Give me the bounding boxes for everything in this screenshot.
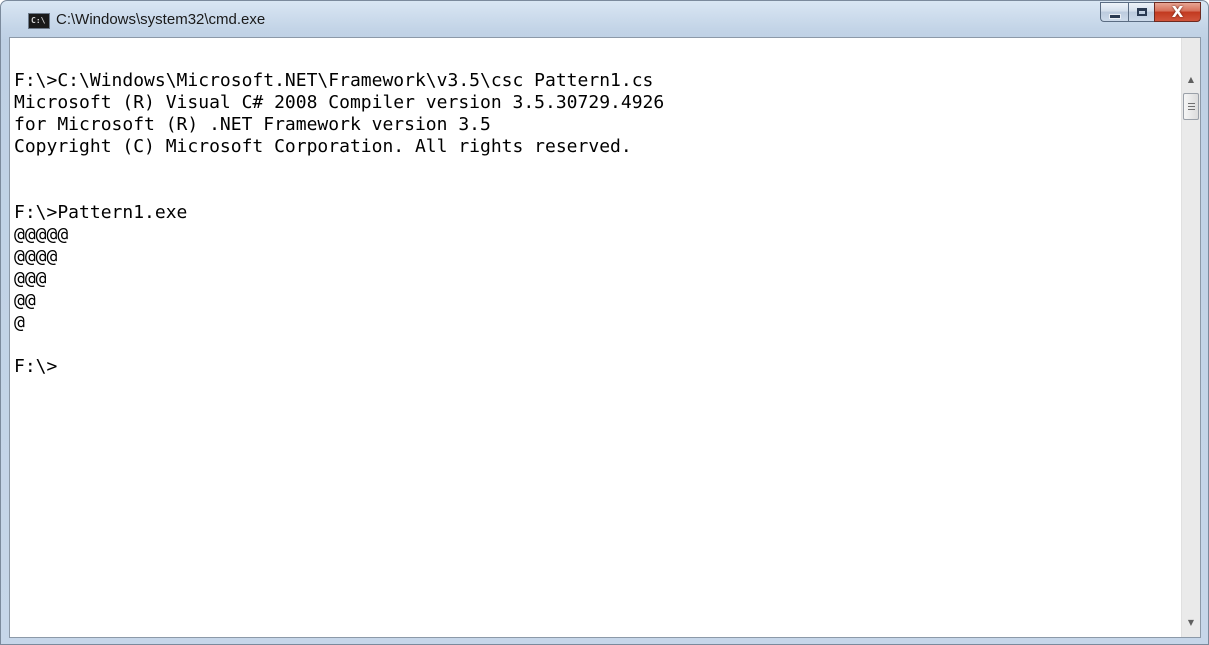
scroll-thumb[interactable] (1183, 93, 1199, 120)
console-output[interactable]: F:\>C:\Windows\Microsoft.NET\Framework\v… (10, 38, 1182, 637)
cmd-icon[interactable]: C:\ (28, 13, 50, 29)
console-line: @@@ (14, 268, 47, 289)
maximize-icon (1136, 8, 1147, 16)
title-bar[interactable]: C:\ C:\Windows\system32\cmd.exe X (1, 1, 1208, 37)
maximize-button[interactable] (1128, 2, 1154, 22)
close-icon: X (1171, 3, 1184, 21)
console-line: @ (14, 312, 25, 333)
grip-line (1188, 103, 1195, 104)
console-line: F:\> (14, 356, 58, 377)
window-title: C:\Windows\system32\cmd.exe (56, 11, 266, 28)
console-line: F:\>C:\Windows\Microsoft.NET\Framework\v… (14, 70, 654, 91)
console-line: Copyright (C) Microsoft Corporation. All… (14, 136, 632, 157)
minimize-icon (1108, 13, 1121, 19)
console-line: Microsoft (R) Visual C# 2008 Compiler ve… (14, 92, 665, 113)
console-line: F:\>Pattern1.exe (14, 202, 188, 223)
console-line: @@ (14, 290, 36, 311)
grip-line (1188, 109, 1195, 110)
cmd-window: C:\ C:\Windows\system32\cmd.exe X F:\>C:… (0, 0, 1209, 645)
minimize-button[interactable] (1100, 2, 1128, 22)
close-button[interactable]: X (1154, 2, 1201, 22)
scroll-up-icon[interactable]: ▲ (1182, 71, 1200, 88)
console-client-area: F:\>C:\Windows\Microsoft.NET\Framework\v… (9, 37, 1201, 638)
console-line: @@@@ (14, 246, 58, 267)
console-line: @@@@@ (14, 224, 69, 245)
vertical-scrollbar[interactable]: ▲ ▼ (1181, 38, 1200, 637)
grip-line (1188, 106, 1195, 107)
console-line: for Microsoft (R) .NET Framework version… (14, 114, 491, 135)
scroll-down-icon[interactable]: ▼ (1182, 614, 1200, 631)
caption-buttons: X (1100, 2, 1201, 22)
